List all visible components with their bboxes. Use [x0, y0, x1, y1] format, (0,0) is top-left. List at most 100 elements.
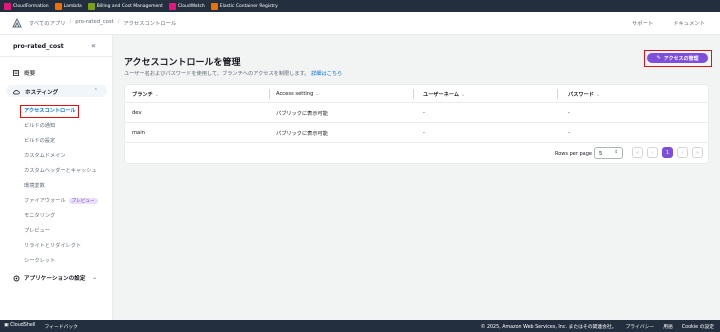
app-name: pro-rated_cost: [13, 43, 64, 50]
sidebar-item-custom-domains[interactable]: カスタムドメイン: [24, 152, 66, 159]
sidebar-item-firewall[interactable]: ファイアウォール プレビュー: [24, 197, 98, 204]
breadcrumb-separator: /: [117, 19, 120, 25]
column-header-password[interactable]: パスワード ⌄: [568, 91, 600, 98]
cell-username: -: [423, 130, 425, 136]
manage-access-button[interactable]: ✎ アクセスの管理: [647, 53, 708, 63]
sidebar-item-label: 概要: [24, 71, 36, 77]
documentation-link[interactable]: ドキュメント: [673, 19, 705, 27]
preview-badge: プレビュー: [68, 198, 98, 204]
gear-icon: [13, 275, 20, 281]
column-divider: [557, 89, 558, 99]
favorite-cloudwatch[interactable]: CloudWatch: [168, 2, 205, 10]
cloudformation-icon: [4, 2, 11, 10]
page-title: アクセスコントロールを管理: [124, 58, 241, 68]
next-page-button[interactable]: ›: [677, 147, 688, 158]
sort-icon: ⌄: [154, 92, 159, 98]
breadcrumb-app[interactable]: pro-rated_cost: [75, 19, 113, 27]
row-divider: [125, 102, 708, 103]
sidebar-item-rewrites-redirects[interactable]: リライトとリダイレクト: [24, 242, 81, 249]
collapse-sidebar-icon[interactable]: «: [91, 41, 96, 50]
sidebar-item-secrets[interactable]: シークレット: [24, 257, 55, 264]
cell-password: -: [568, 130, 570, 136]
sidebar-item-label: ホスティング: [25, 90, 59, 96]
amplify-logo-icon[interactable]: [12, 18, 22, 28]
cloud-icon: [13, 90, 20, 95]
breadcrumb-all-apps[interactable]: すべてのアプリ: [29, 19, 66, 27]
favorite-ecr[interactable]: Elastic Container Registry: [210, 2, 278, 10]
sidebar-item-environment-variables[interactable]: 環境変数: [24, 182, 45, 189]
column-label: パスワード: [568, 92, 594, 98]
divider: [0, 56, 112, 57]
column-divider: [269, 89, 270, 99]
cell-password: -: [568, 110, 570, 116]
column-header-username[interactable]: ユーザーネーム ⌄: [423, 91, 465, 98]
select-value: 5: [599, 151, 603, 157]
rows-per-page-select[interactable]: 5 ⇕: [594, 147, 623, 159]
column-header-access-setting[interactable]: Access setting ⌄: [276, 91, 319, 97]
column-label: Access setting: [276, 91, 314, 97]
row-divider: [125, 122, 708, 123]
previous-page-button[interactable]: ‹: [647, 147, 658, 158]
breadcrumb-current: アクセスコントロール: [123, 21, 177, 27]
favorite-lambda[interactable]: Lambda: [54, 2, 82, 10]
column-label: ユーザーネーム: [423, 92, 460, 98]
terminal-icon: ▣: [4, 323, 9, 328]
favorites-bar: CloudFormation Lambda Billing and Cost M…: [0, 0, 720, 12]
breadcrumb: すべてのアプリ / pro-rated_cost / アクセスコントロール: [29, 19, 176, 27]
sidebar-item-app-settings[interactable]: アプリケーションの設定 ⌄: [13, 274, 97, 282]
feedback-link[interactable]: フィードバック: [44, 323, 77, 330]
edit-icon: ✎: [656, 55, 661, 61]
favorite-billing[interactable]: Billing and Cost Management: [87, 2, 163, 10]
sidebar-item-custom-headers[interactable]: カスタムヘッダーとキャッシュ: [24, 167, 97, 174]
button-label: アクセスの管理: [663, 55, 699, 62]
sidebar-item-monitoring[interactable]: モニタリング: [24, 212, 55, 219]
cell-branch: main: [132, 130, 145, 136]
billing-icon: [87, 2, 95, 10]
chevron-down-icon: ⌄: [92, 275, 98, 281]
chevron-up-icon: ⌃: [93, 88, 98, 94]
rows-per-page-label: Rows per page: [555, 151, 592, 157]
favorite-cloudformation[interactable]: CloudFormation: [4, 2, 49, 10]
sidebar: pro-rated_cost « 概要 ホスティング ⌃ アクセスコントロール …: [0, 35, 113, 320]
cloudshell-link[interactable]: ▣ CloudShell: [4, 323, 35, 330]
ecr-icon: [210, 2, 218, 10]
sort-icon: ⌄: [595, 92, 601, 98]
description-text: ユーザー名およびパスワードを使用して、ブランチへのアクセスを制限します。: [124, 71, 310, 77]
cell-username: -: [423, 110, 425, 116]
cell-branch: dev: [132, 110, 142, 116]
sidebar-item-build-settings[interactable]: ビルドの設定: [24, 137, 55, 144]
column-label: ブランチ: [132, 92, 153, 98]
sidebar-item-previews[interactable]: プレビュー: [24, 227, 50, 234]
privacy-link[interactable]: プライバシー: [626, 323, 655, 330]
support-link[interactable]: サポート: [632, 19, 653, 27]
sidebar-item-build-notifications[interactable]: ビルドの通知: [24, 122, 55, 129]
sidebar-item-hosting[interactable]: ホスティング ⌃: [6, 85, 107, 97]
copyright-text: © 2025, Amazon Web Services, Inc. またはその関…: [480, 325, 617, 330]
sidebar-item-access-control[interactable]: アクセスコントロール: [24, 107, 76, 114]
sidebar-item-label: ファイアウォール: [24, 198, 66, 204]
highlight-box: ✎ アクセスの管理: [644, 50, 712, 67]
up-down-arrows-icon: ⇕: [614, 150, 618, 155]
cell-access-setting: パブリックに表示可能: [276, 131, 328, 137]
page-description: ユーザー名およびパスワードを使用して、ブランチへのアクセスを制限します。 詳細は…: [124, 70, 342, 77]
sort-icon: ⌄: [315, 91, 320, 97]
first-page-button[interactable]: «: [632, 147, 643, 158]
learn-more-link[interactable]: 詳細はこちら: [311, 71, 342, 77]
overview-icon: [13, 70, 19, 76]
sort-icon: ⌄: [460, 92, 466, 98]
cloudwatch-icon: [168, 2, 176, 10]
amplify-header: すべてのアプリ / pro-rated_cost / アクセスコントロール サポ…: [0, 12, 720, 35]
sidebar-item-overview[interactable]: 概要: [13, 69, 35, 77]
breadcrumb-separator: /: [69, 19, 72, 25]
column-divider: [413, 89, 414, 99]
column-header-branch[interactable]: ブランチ ⌄: [132, 91, 159, 98]
last-page-button[interactable]: »: [692, 147, 703, 158]
link-label: CloudShell: [10, 323, 36, 328]
row-divider: [125, 142, 708, 143]
lambda-icon: [54, 2, 62, 10]
terms-link[interactable]: 用語: [663, 323, 673, 330]
cookie-settings-link[interactable]: Cookie の設定: [682, 323, 714, 330]
cell-access-setting: パブリックに表示可能: [276, 111, 328, 117]
footer: ▣ CloudShell フィードバック © 2025, Amazon Web …: [0, 320, 720, 332]
page-number-button[interactable]: 1: [662, 147, 673, 158]
